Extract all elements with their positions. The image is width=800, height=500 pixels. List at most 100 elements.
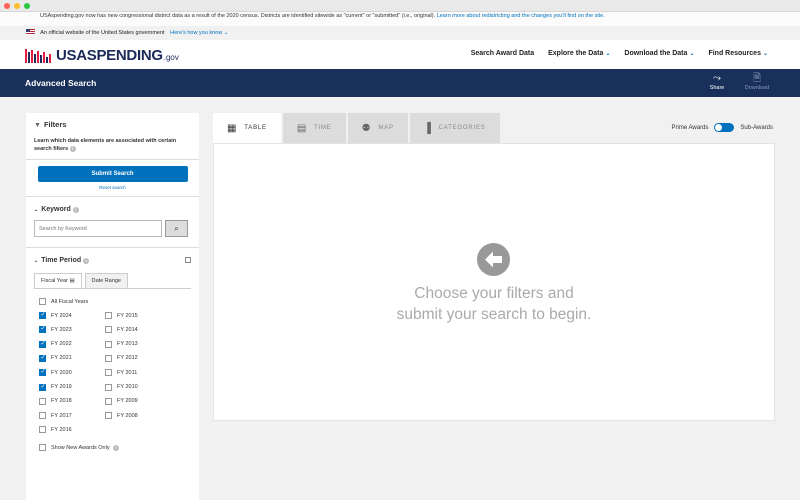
share-button[interactable]: ⤳ Share [702, 73, 732, 91]
tab-categories[interactable]: ▐ CATEGORIES [409, 113, 500, 143]
tab-date-range[interactable]: Date Range [84, 273, 128, 288]
tab-table[interactable]: ▦ TABLE [213, 113, 281, 143]
tab-fiscal-year[interactable]: Fiscal Year ▤ [34, 273, 82, 288]
submit-search-button[interactable]: Submit Search [37, 166, 188, 182]
fiscal-year-checkbox[interactable]: FY 2023 [39, 325, 72, 334]
keyword-section-header[interactable]: ⌄ Keyword i [26, 203, 199, 216]
all-fiscal-years-checkbox[interactable]: All Fiscal Years [39, 298, 88, 305]
checkbox[interactable] [105, 326, 112, 334]
tab-map[interactable]: ⚉ MAP [347, 113, 408, 143]
fiscal-year-label: FY 2009 [117, 398, 138, 405]
checkbox[interactable] [39, 340, 46, 348]
fiscal-year-list: All Fiscal Years Show New Awards Only i … [26, 295, 199, 451]
checkbox[interactable] [105, 354, 112, 362]
chevron-down-icon: ⌄ [689, 51, 695, 57]
fiscal-year-label: FY 2015 [117, 312, 138, 319]
logo-text: USASPENDING [56, 47, 163, 64]
checkbox[interactable] [39, 426, 46, 434]
nav-download-the-data[interactable]: Download the Data ⌄ [624, 50, 694, 57]
checkbox[interactable] [105, 369, 112, 377]
fiscal-year-checkbox[interactable]: FY 2010 [105, 383, 138, 391]
time-period-tabs: Fiscal Year ▤ Date Range [34, 273, 191, 289]
info-icon[interactable]: i [83, 258, 90, 264]
info-icon[interactable]: i [72, 207, 79, 213]
fiscal-year-checkbox[interactable]: FY 2016 [39, 426, 72, 434]
close-window-button[interactable] [4, 3, 10, 9]
fiscal-year-label: FY 2018 [51, 398, 72, 405]
us-flag-icon [26, 29, 35, 35]
fiscal-year-checkbox[interactable]: FY 2019 [39, 383, 72, 391]
checkbox[interactable] [105, 383, 112, 391]
chevron-down-icon: ⌄ [223, 30, 229, 36]
checkbox[interactable] [105, 397, 112, 405]
fiscal-year-label: FY 2021 [51, 355, 72, 362]
show-new-awards-checkbox[interactable]: Show New Awards Only i [39, 444, 119, 451]
fiscal-year-checkbox[interactable]: FY 2014 [105, 326, 138, 334]
collapse-icon[interactable] [185, 257, 191, 263]
nav-explore-the-data[interactable]: Explore the Data ⌄ [548, 50, 610, 57]
table-icon: ▦ [227, 122, 238, 134]
info-icon[interactable]: i [69, 146, 76, 152]
checkbox[interactable] [39, 311, 46, 319]
fiscal-year-checkbox[interactable]: FY 2021 [39, 354, 72, 362]
fiscal-year-label: FY 2016 [51, 426, 72, 433]
fiscal-year-checkbox[interactable]: FY 2008 [105, 412, 138, 420]
checkbox[interactable] [39, 325, 46, 334]
checkbox[interactable] [105, 312, 112, 319]
usaspending-logo[interactable]: USASPENDING .gov [25, 47, 179, 63]
maximize-window-button[interactable] [24, 3, 30, 9]
divider [26, 159, 199, 160]
fiscal-year-checkbox[interactable]: FY 2024 [39, 311, 72, 319]
calendar-icon: ▤ [69, 278, 75, 284]
reset-search-link[interactable]: Reset search [26, 185, 199, 190]
info-icon[interactable]: i [112, 444, 119, 451]
checkbox[interactable] [105, 412, 112, 420]
fiscal-year-label: FY 2019 [51, 384, 72, 390]
logo-suffix: .gov [163, 53, 179, 62]
nav-find-resources[interactable]: Find Resources ⌄ [708, 50, 768, 57]
checkbox[interactable] [39, 444, 46, 451]
logo-bars-icon [25, 49, 53, 63]
notice-link[interactable]: Learn more about redistricting and the c… [437, 13, 605, 19]
fiscal-year-label: FY 2017 [51, 412, 72, 419]
time-period-section-header[interactable]: ⌄ Time Period i [26, 254, 199, 267]
nav-search-award-data[interactable]: Search Award Data [471, 50, 534, 57]
keyword-search-input[interactable] [34, 220, 162, 237]
fiscal-year-checkbox[interactable]: FY 2020 [39, 368, 72, 377]
share-icon: ⤳ [713, 73, 721, 84]
calendar-icon: ▤ [296, 122, 308, 134]
checkbox[interactable] [39, 412, 46, 420]
fiscal-year-checkbox[interactable]: FY 2018 [39, 397, 72, 405]
checkbox[interactable] [39, 383, 46, 391]
arrow-left-icon [477, 243, 510, 276]
bar-chart-icon: ▐ [423, 122, 432, 134]
chevron-down-icon: ⌄ [34, 258, 39, 264]
checkbox[interactable] [39, 397, 46, 405]
checkbox[interactable] [39, 298, 46, 305]
keyword-search-button[interactable]: ⌕ [165, 220, 188, 237]
how-you-know-link[interactable]: Here's how you know ⌄ [170, 30, 228, 36]
file-download-icon: 🗎 [752, 73, 762, 84]
minimize-window-button[interactable] [14, 3, 20, 9]
download-button[interactable]: 🗎 Download [742, 73, 772, 91]
fiscal-year-checkbox[interactable]: FY 2017 [39, 412, 72, 420]
checkbox[interactable] [39, 354, 46, 362]
fiscal-year-label: FY 2022 [51, 341, 72, 348]
checkbox[interactable] [105, 340, 112, 348]
fiscal-year-checkbox[interactable]: FY 2009 [105, 397, 138, 405]
tab-time[interactable]: ▤ TIME [282, 113, 346, 143]
fiscal-year-checkbox[interactable]: FY 2015 [105, 312, 138, 319]
map-pin-icon: ⚉ [361, 122, 372, 134]
fiscal-year-checkbox[interactable]: FY 2011 [105, 369, 137, 377]
filters-sidebar: ▼ Filters Learn which data elements are a… [26, 113, 199, 500]
award-toggle-switch[interactable] [714, 123, 735, 132]
empty-state-message: Choose your filters and submit your sear… [396, 285, 592, 323]
fiscal-year-checkbox[interactable]: FY 2022 [39, 340, 72, 348]
fiscal-year-checkbox[interactable]: FY 2013 [105, 340, 138, 348]
checkbox[interactable] [39, 368, 46, 377]
page-title: Advanced Search [25, 78, 97, 88]
fiscal-year-checkbox[interactable]: FY 2012 [105, 354, 138, 362]
chevron-down-icon: ⌄ [605, 51, 611, 57]
window-titlebar [0, 0, 800, 12]
page-title-bar: Advanced Search ⤳ Share 🗎 Download [0, 69, 800, 97]
